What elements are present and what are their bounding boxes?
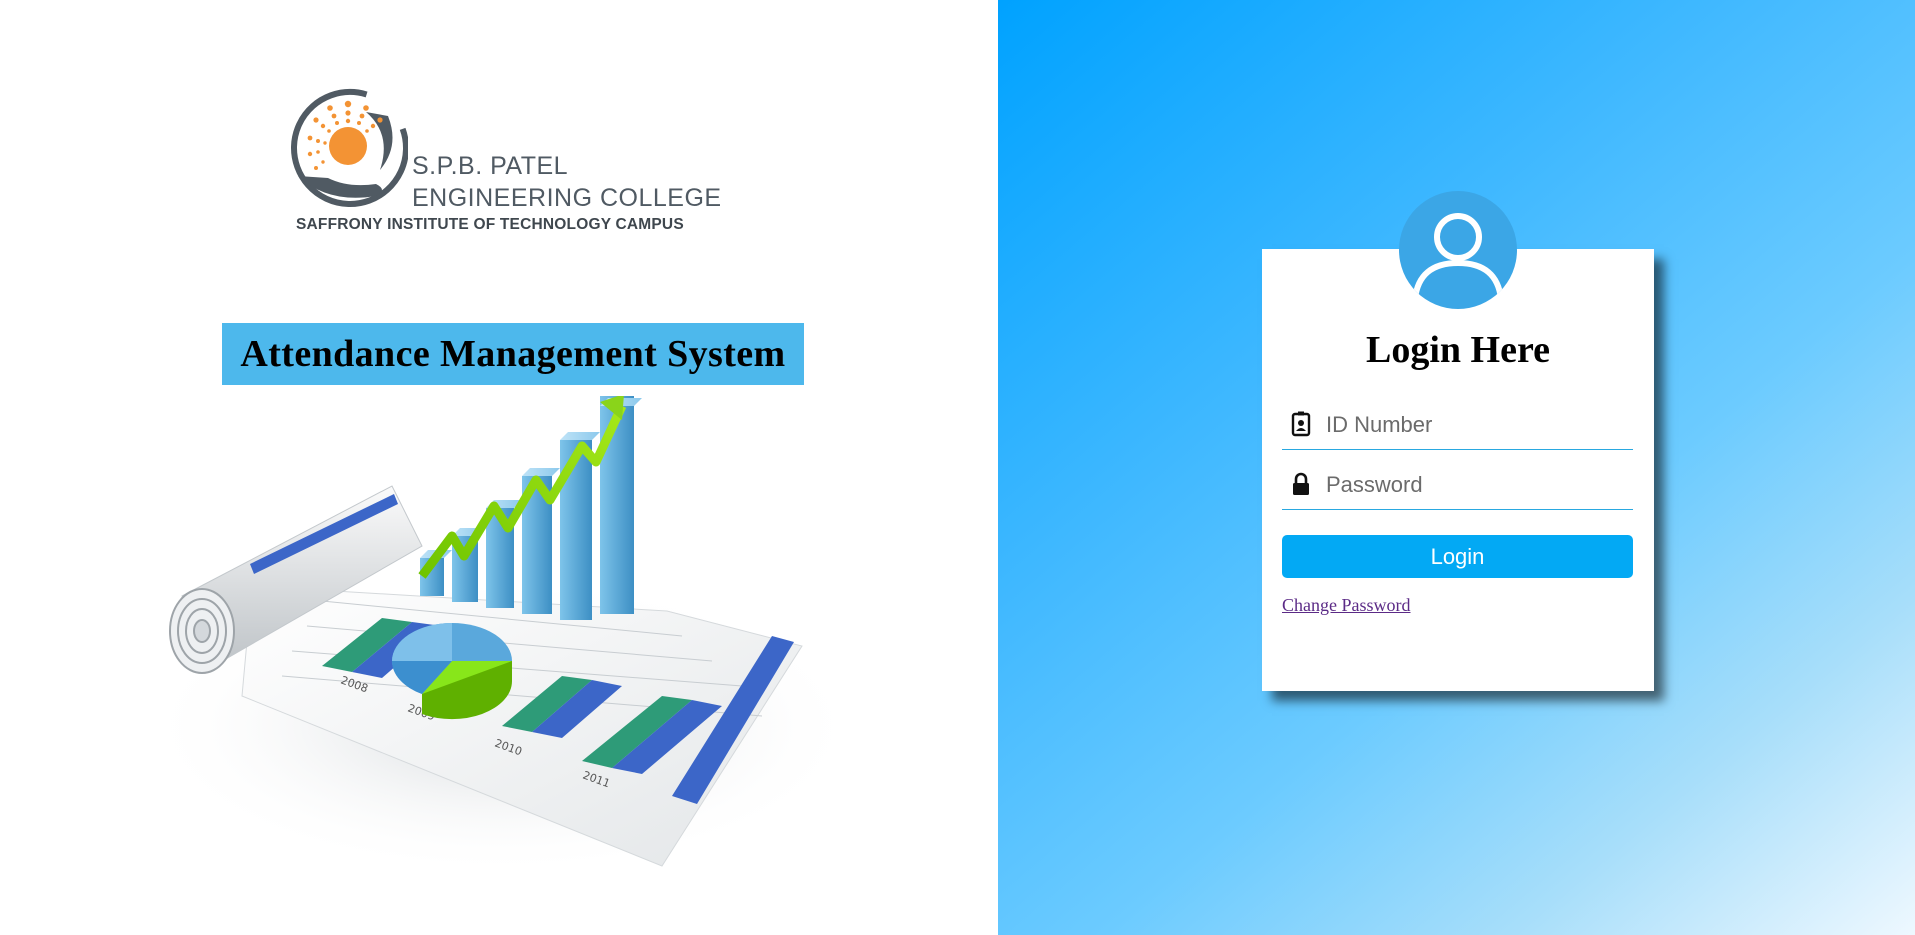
- id-number-field: [1282, 403, 1633, 450]
- change-password-link[interactable]: Change Password: [1282, 595, 1411, 616]
- id-number-input[interactable]: [1326, 407, 1626, 443]
- login-button[interactable]: Login: [1282, 535, 1633, 578]
- sun-hand-emblem-icon: [291, 89, 408, 207]
- growth-chart-illustration-icon: 2008 2009 2010 2011: [142, 396, 862, 876]
- system-title-banner: Attendance Management System: [222, 323, 804, 385]
- system-title: Attendance Management System: [240, 333, 786, 375]
- lock-icon: [1293, 472, 1309, 495]
- password-input[interactable]: [1326, 467, 1626, 503]
- logo-college-name-line2: ENGINEERING COLLEGE: [412, 184, 722, 212]
- college-logo: S.P.B. PATEL ENGINEERING COLLEGE SAFFRON…: [288, 86, 721, 236]
- user-avatar-icon: [1399, 191, 1517, 309]
- logo-college-name-line1: S.P.B. PATEL: [412, 152, 569, 180]
- password-field: [1282, 463, 1633, 510]
- left-panel: S.P.B. PATEL ENGINEERING COLLEGE SAFFRON…: [0, 0, 998, 935]
- id-badge-icon: [1291, 411, 1311, 437]
- login-heading: Login Here: [1365, 329, 1550, 371]
- logo-campus-name: SAFFRONY INSTITUTE OF TECHNOLOGY CAMPUS: [296, 216, 684, 233]
